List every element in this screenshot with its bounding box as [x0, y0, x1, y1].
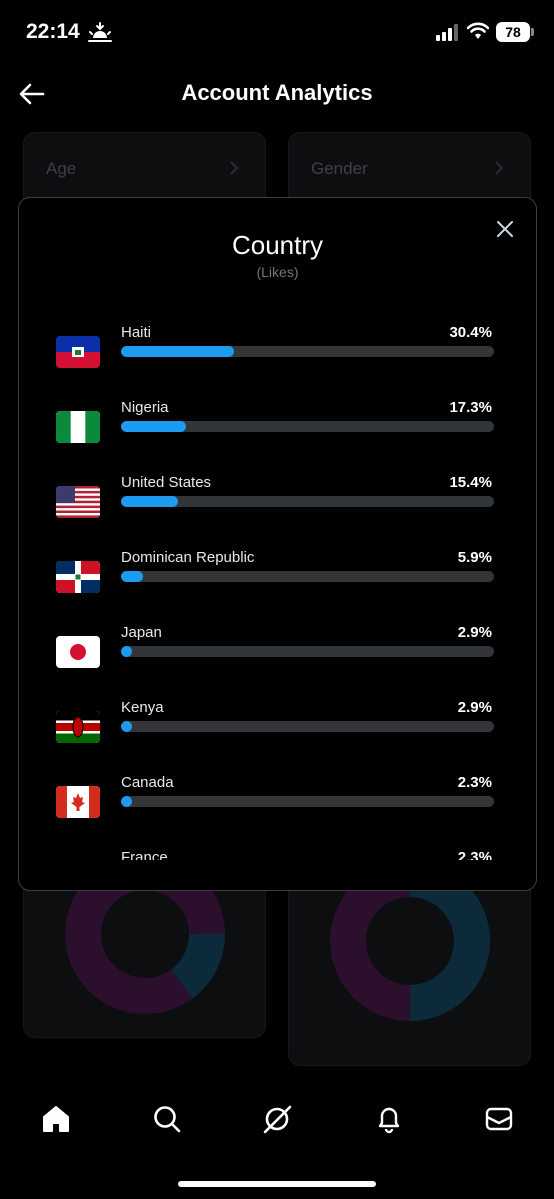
country-row: United States 15.4%: [19, 474, 536, 549]
sunset-icon: [88, 22, 112, 42]
gender-card-label: Gender: [311, 159, 368, 178]
country-list[interactable]: Country (Likes) Haiti 30.4% Nigeria 17.3…: [19, 198, 536, 860]
country-percent: 30.4%: [449, 324, 492, 341]
progress-track: [121, 646, 494, 657]
progress-fill: [121, 346, 235, 357]
modal-title: Country: [231, 230, 324, 260]
country-modal: Country (Likes) Haiti 30.4% Nigeria 17.3…: [18, 197, 537, 891]
country-row: Japan 2.9%: [19, 624, 536, 699]
nigeria-flag-icon: [56, 411, 100, 443]
chevron-right-icon: [230, 161, 239, 175]
progress-track: [121, 496, 494, 507]
messages-icon[interactable]: [484, 1104, 514, 1134]
progress-track: [121, 721, 494, 732]
progress-fill: [121, 496, 179, 507]
home-indicator: [178, 1181, 376, 1187]
battery-indicator: 78: [496, 22, 534, 42]
country-name: Canada: [121, 774, 174, 791]
country-name: Japan: [121, 624, 162, 641]
wifi-icon: [467, 22, 489, 39]
country-row: France 2.3%: [19, 849, 536, 860]
country-percent: 2.9%: [457, 699, 492, 716]
country-row: Canada 2.3%: [19, 774, 536, 849]
country-row: Kenya 2.9%: [19, 699, 536, 774]
cellular-signal-icon: [436, 24, 458, 41]
japan-flag-icon: [56, 636, 100, 668]
country-percent: 2.3%: [457, 774, 492, 791]
search-icon[interactable]: [152, 1104, 182, 1134]
modal-subtitle: (Likes): [256, 264, 299, 280]
progress-fill: [121, 421, 186, 432]
country-row: Haiti 30.4%: [19, 324, 536, 399]
country-row: Dominican Republic 5.9%: [19, 549, 536, 624]
progress-track: [121, 571, 494, 582]
progress-track: [121, 346, 494, 357]
status-time: 22:14: [26, 20, 80, 43]
country-percent: 2.9%: [457, 624, 492, 641]
dominican-republic-flag-icon: [56, 561, 100, 593]
chevron-right-icon: [495, 161, 504, 175]
close-icon[interactable]: [496, 220, 514, 238]
country-name: France: [121, 849, 168, 860]
country-name: Nigeria: [121, 399, 169, 416]
haiti-flag-icon: [56, 336, 100, 368]
status-bar: 22:14 78: [0, 0, 554, 66]
country-percent: 15.4%: [449, 474, 492, 491]
progress-fill: [121, 646, 132, 657]
country-percent: 2.3%: [457, 849, 492, 860]
country-name: Dominican Republic: [121, 549, 255, 566]
progress-track: [121, 421, 494, 432]
country-name: United States: [121, 474, 212, 491]
country-percent: 5.9%: [457, 549, 492, 566]
country-row: Nigeria 17.3%: [19, 399, 536, 474]
age-card-label: Age: [46, 159, 77, 178]
kenya-flag-icon: [56, 711, 100, 743]
canada-flag-icon: [56, 786, 100, 818]
home-icon[interactable]: [41, 1104, 71, 1134]
progress-fill: [121, 571, 143, 582]
notifications-icon[interactable]: [374, 1104, 404, 1134]
country-name: Haiti: [121, 324, 152, 341]
progress-fill: [121, 796, 132, 807]
united-states-flag-icon: [56, 486, 100, 518]
progress-fill: [121, 721, 132, 732]
country-name: Kenya: [121, 699, 164, 716]
progress-track: [121, 796, 494, 807]
country-percent: 17.3%: [449, 399, 492, 416]
grok-icon[interactable]: [262, 1104, 292, 1134]
page-title: Account Analytics: [181, 80, 373, 105]
